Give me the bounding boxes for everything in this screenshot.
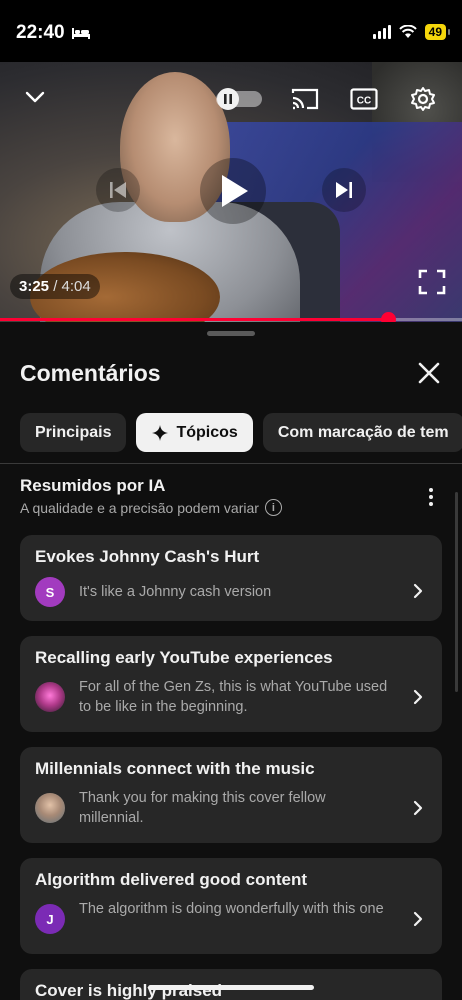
chevron-right-icon [413,583,423,599]
fullscreen-icon[interactable] [416,266,448,298]
topic-card[interactable]: Algorithm delivered good content J The a… [20,858,442,954]
progress-bar[interactable] [0,312,462,327]
autoplay-toggle[interactable] [216,88,262,110]
scroll-indicator [455,492,458,692]
topic-title: Cover is highly praised [35,981,223,1000]
cast-icon[interactable] [290,86,320,112]
topic-comment-text: Thank you for making this cover fellow m… [79,790,326,826]
captions-icon[interactable]: CC [349,86,379,112]
sparkle-icon [152,424,169,441]
chip-topicos[interactable]: Tópicos [136,413,253,452]
info-icon[interactable]: i [264,499,282,516]
sheet-grabber[interactable] [207,331,255,336]
more-options-icon[interactable] [422,486,440,508]
chevron-right-icon [413,800,423,816]
chips-divider [0,463,462,464]
topic-comment-text: The algorithm is doing wonderfully with … [79,901,384,917]
comments-title: Comentários [20,360,161,386]
cellular-signal-icon [372,25,391,39]
battery-icon: 49 [424,24,451,40]
settings-gear-icon[interactable] [408,84,438,114]
bed-icon [71,28,90,39]
current-time: 3:25 [19,278,50,295]
total-time: 4:04 [61,278,91,295]
progress-fill [0,318,389,321]
next-icon[interactable] [322,168,366,212]
playback-time: 3:25 / 4:04 [10,274,100,299]
avatar: S [35,577,65,607]
topic-comment-text: For all of the Gen Zs, this is what YouT… [79,679,388,715]
avatar: J [35,904,65,934]
avatar [35,793,65,823]
avatar [35,682,65,712]
topic-card[interactable]: Millennials connect with the music Thank… [20,747,442,843]
ai-summary-subtitle: A qualidade e a precisão podem variar i [20,499,282,516]
wifi-icon [398,25,417,38]
filter-chips: Principais Tópicos Com marcação de tem [20,413,462,452]
topic-title: Evokes Johnny Cash's Hurt [35,547,260,566]
status-time: 22:40 [16,22,91,44]
topic-card[interactable]: Evokes Johnny Cash's Hurt S It's like a … [20,535,442,621]
ai-summary-title: Resumidos por IA [20,476,166,495]
chevron-right-icon [413,911,423,927]
status-bar: 22:40 49 [0,0,462,62]
close-icon[interactable] [416,360,442,386]
time-separator: / [53,278,58,295]
video-player[interactable]: CC 3:25 / 4:04 [0,62,462,322]
status-clock: 22:40 [16,22,65,43]
topic-card[interactable]: Recalling early YouTube experiences For … [20,636,442,732]
chip-principais[interactable]: Principais [20,413,127,452]
play-icon[interactable] [200,158,266,224]
topic-title: Algorithm delivered good content [35,870,308,889]
home-indicator[interactable] [148,985,314,990]
chip-com-marcacao[interactable]: Com marcação de tem [262,413,462,452]
chevron-right-icon [413,689,423,705]
topic-title: Recalling early YouTube experiences [35,648,333,667]
chip-label: Tópicos [176,423,238,441]
topic-comment-text: It's like a Johnny cash version [79,584,272,600]
chip-label: Principais [35,423,112,441]
ai-summary-subtitle-text: A qualidade e a precisão podem variar [20,499,259,516]
svg-text:CC: CC [357,96,371,107]
previous-icon[interactable] [96,168,140,212]
topic-title: Millennials connect with the music [35,759,315,778]
status-icons: 49 [372,24,451,40]
chip-label: Com marcação de tem [277,423,449,441]
comments-sheet: Comentários Principais Tópicos Com marca… [0,322,462,1000]
collapse-chevron-icon[interactable] [22,84,48,110]
